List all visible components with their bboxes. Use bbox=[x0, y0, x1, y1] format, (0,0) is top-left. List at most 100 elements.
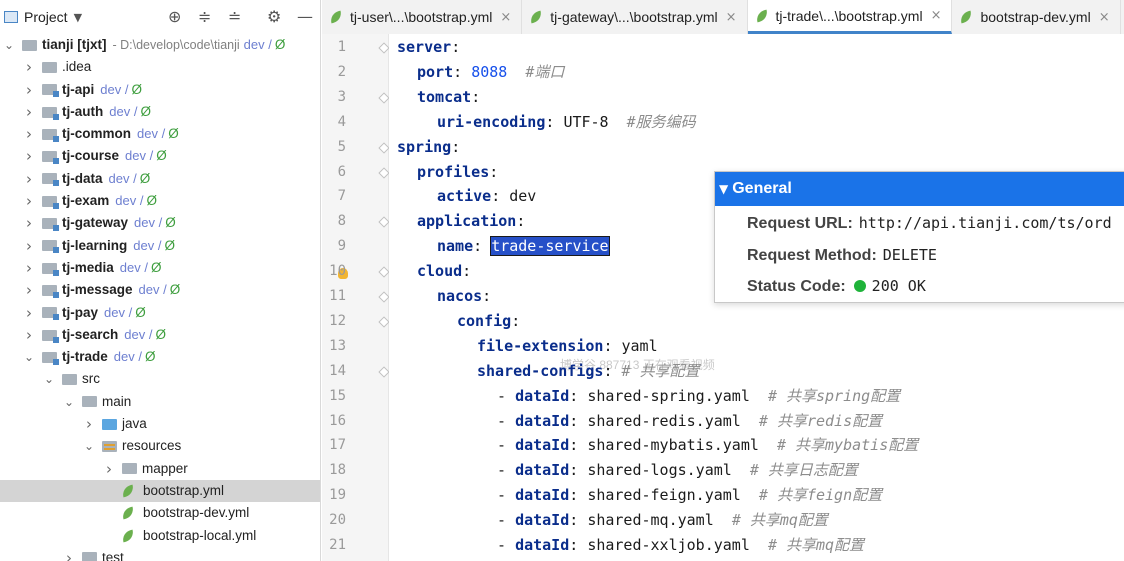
code-line[interactable]: nacos: bbox=[437, 284, 491, 309]
chevron-right-icon[interactable]: › bbox=[22, 123, 36, 145]
code-line[interactable]: name: trade-service bbox=[437, 234, 610, 259]
code-line[interactable]: - dataId: shared-feign.yaml # 共享feign配置 bbox=[497, 483, 882, 508]
chevron-right-icon[interactable]: › bbox=[22, 101, 36, 123]
chevron-right-icon[interactable]: › bbox=[102, 458, 116, 480]
collapse-all-icon[interactable]: ≐ bbox=[228, 8, 241, 26]
yaml-colon: : bbox=[482, 287, 492, 305]
chevron-right-icon[interactable]: › bbox=[82, 413, 96, 435]
code-line[interactable]: shared-configs: # 共享配置 bbox=[477, 359, 700, 384]
expand-all-icon[interactable]: ≑ bbox=[198, 8, 211, 26]
fold-marker-icon[interactable] bbox=[378, 166, 390, 179]
tree-item-label: tj-gateway bbox=[62, 215, 129, 231]
tree-item[interactable]: ⌄ tj-trade dev / Ø bbox=[0, 346, 320, 368]
project-view-selector[interactable]: Project ▼ bbox=[4, 9, 82, 25]
fold-marker-icon[interactable] bbox=[378, 216, 390, 228]
tree-file[interactable]: bootstrap-dev.yml bbox=[0, 502, 320, 524]
tree-root[interactable]: ⌄ tianji [tjxt] - D:\develop\code\tianji… bbox=[0, 34, 320, 56]
code-line[interactable]: port: 8088 #端口 bbox=[417, 60, 564, 85]
tree-item[interactable]: › tj-course dev / Ø bbox=[0, 145, 320, 167]
code-line[interactable]: - dataId: shared-redis.yaml # 共享redis配置 bbox=[497, 409, 882, 434]
tree-file[interactable]: bootstrap.yml bbox=[0, 479, 320, 503]
chevron-right-icon[interactable]: › bbox=[22, 279, 36, 301]
code-line[interactable]: - dataId: shared-logs.yaml # 共享日志配置 bbox=[497, 458, 858, 483]
tree-item[interactable]: › .idea bbox=[0, 56, 320, 78]
chevron-right-icon[interactable]: › bbox=[22, 145, 36, 167]
tree-item[interactable]: › tj-learning dev / Ø bbox=[0, 235, 320, 257]
chevron-right-icon[interactable]: › bbox=[22, 235, 36, 257]
code-line[interactable]: uri-encoding: UTF-8 #服务编码 bbox=[437, 110, 696, 135]
tree-item-label: tj-data bbox=[62, 170, 103, 186]
chevron-right-icon[interactable]: › bbox=[22, 56, 36, 78]
code-line[interactable]: - dataId: shared-mybatis.yaml # 共享mybati… bbox=[497, 433, 918, 458]
code-line[interactable]: server: bbox=[397, 35, 460, 60]
tree-item[interactable]: › tj-common dev / Ø bbox=[0, 123, 320, 145]
chevron-right-icon[interactable]: › bbox=[22, 324, 36, 346]
chevron-down-icon[interactable]: ⌄ bbox=[42, 368, 56, 390]
chevron-down-icon[interactable]: ⌄ bbox=[22, 346, 36, 368]
tree-item[interactable]: › tj-search dev / Ø bbox=[0, 324, 320, 346]
code-line[interactable]: - dataId: shared-mq.yaml # 共享mq配置 bbox=[497, 508, 828, 533]
tree-item[interactable]: › java bbox=[0, 413, 320, 435]
chevron-right-icon[interactable]: › bbox=[22, 302, 36, 324]
tree-item[interactable]: › mapper bbox=[0, 458, 320, 480]
tree-item[interactable]: › tj-message dev / Ø bbox=[0, 279, 320, 301]
tree-item[interactable]: › tj-data dev / Ø bbox=[0, 168, 320, 190]
gear-icon[interactable]: ⚙ bbox=[267, 8, 281, 26]
code-line[interactable]: - dataId: shared-spring.yaml # 共享spring配… bbox=[497, 384, 900, 409]
chevron-right-icon[interactable]: › bbox=[22, 212, 36, 234]
tree-item[interactable]: › tj-media dev / Ø bbox=[0, 257, 320, 279]
editor-tab[interactable]: tj-trade\...\bootstrap.yml × bbox=[747, 0, 953, 34]
vcs-status: Ø bbox=[135, 304, 146, 320]
editor-tab[interactable]: tj-user\...\bootstrap.yml × bbox=[322, 0, 523, 34]
chevron-right-icon[interactable]: › bbox=[22, 79, 36, 101]
request-method-value: DELETE bbox=[882, 246, 937, 264]
code-line[interactable]: spring: bbox=[397, 135, 460, 160]
yaml-file-icon bbox=[756, 10, 771, 22]
tree-item[interactable]: › tj-gateway dev / Ø bbox=[0, 212, 320, 234]
chevron-right-icon[interactable]: › bbox=[22, 168, 36, 190]
tree-item-label: resources bbox=[122, 438, 182, 454]
tree-item[interactable]: › tj-api dev / Ø bbox=[0, 79, 320, 101]
chevron-down-icon[interactable]: ⌄ bbox=[2, 34, 16, 56]
fold-marker-icon[interactable] bbox=[378, 92, 390, 104]
tree-item[interactable]: ⌄ src bbox=[0, 368, 320, 390]
code-line[interactable]: application: bbox=[417, 209, 525, 234]
fold-marker-icon[interactable] bbox=[378, 141, 390, 154]
code-line[interactable]: - dataId: shared-xxljob.yaml # 共享mq配置 bbox=[497, 533, 864, 558]
fold-marker-icon[interactable] bbox=[378, 291, 390, 303]
tree-item[interactable]: ⌄ main bbox=[0, 391, 320, 413]
tree-file[interactable]: bootstrap-local.yml bbox=[0, 525, 320, 547]
close-icon[interactable]: × bbox=[500, 10, 511, 25]
fold-marker-icon[interactable] bbox=[378, 266, 390, 278]
chevron-right-icon[interactable]: › bbox=[62, 547, 76, 561]
minimize-icon[interactable]: — bbox=[297, 8, 313, 26]
fold-marker-icon[interactable] bbox=[378, 42, 390, 54]
code-line[interactable]: tomcat: bbox=[417, 85, 480, 110]
close-icon[interactable]: × bbox=[726, 10, 737, 25]
root-name: tianji [tjxt] bbox=[42, 37, 107, 52]
chevron-down-icon[interactable]: ⌄ bbox=[82, 435, 96, 457]
vcs-branch: dev / bbox=[133, 237, 162, 253]
tree-item[interactable]: ⌄ resources bbox=[0, 435, 320, 457]
tree-item[interactable]: › test bbox=[0, 547, 320, 561]
tree-item[interactable]: › tj-auth dev / Ø bbox=[0, 101, 320, 123]
code-line[interactable]: cloud: bbox=[417, 259, 471, 284]
general-header[interactable]: ▼ General bbox=[715, 172, 1124, 206]
locate-icon[interactable]: ⊕ bbox=[168, 8, 181, 26]
fold-marker-icon[interactable] bbox=[378, 366, 390, 378]
chevron-right-icon[interactable]: › bbox=[22, 190, 36, 212]
vcs-branch: dev / bbox=[125, 148, 154, 164]
editor-tab[interactable]: tj-gateway\...\bootstrap.yml × bbox=[522, 0, 748, 34]
code-line[interactable]: file-extension: yaml bbox=[477, 334, 658, 359]
fold-marker-icon[interactable] bbox=[378, 316, 390, 328]
chevron-right-icon[interactable]: › bbox=[22, 257, 36, 279]
chevron-down-icon[interactable]: ⌄ bbox=[62, 391, 76, 413]
code-line[interactable]: profiles: bbox=[417, 160, 498, 185]
code-line[interactable]: config: bbox=[457, 309, 520, 334]
code-line[interactable]: active: dev bbox=[437, 184, 536, 209]
tree-item[interactable]: › tj-pay dev / Ø bbox=[0, 302, 320, 324]
tree-item[interactable]: › tj-exam dev / Ø bbox=[0, 190, 320, 212]
editor-tab[interactable]: bootstrap-dev.yml × bbox=[952, 0, 1121, 34]
close-icon[interactable]: × bbox=[931, 8, 942, 23]
close-icon[interactable]: × bbox=[1099, 10, 1110, 25]
